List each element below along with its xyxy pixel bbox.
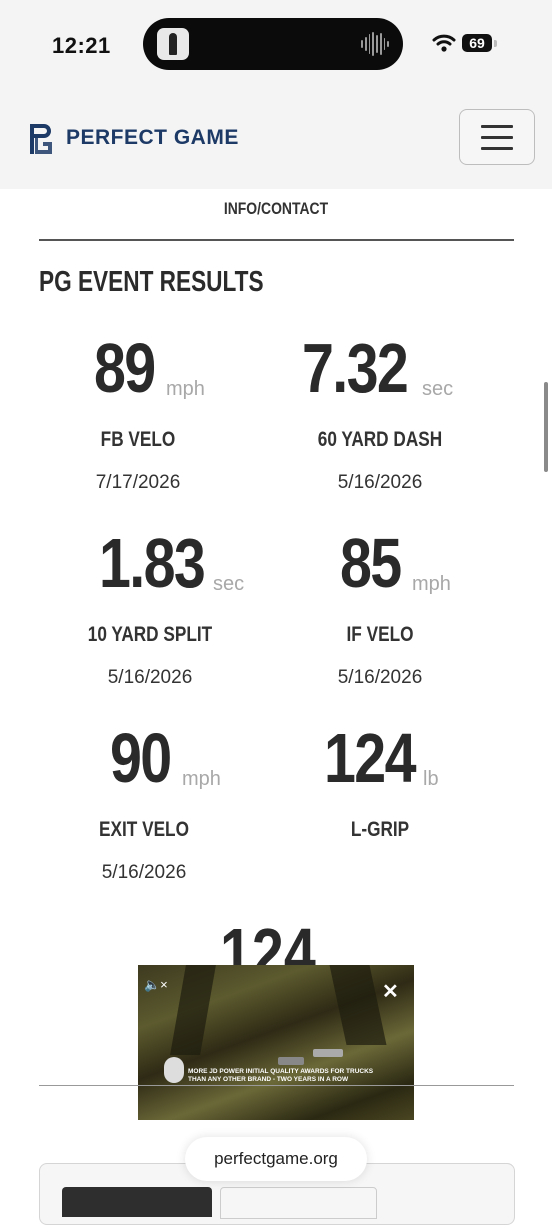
stat-unit: mph — [182, 768, 221, 790]
stat-l-grip: 124 lb L-GRIP — [242, 719, 518, 841]
battery-tip — [494, 40, 497, 47]
stat-fb-velo: 89 mph FB VELO 7/17/2026 — [0, 329, 276, 493]
status-bar: 12:21 69 — [0, 0, 552, 92]
stat-value: 7.32 — [302, 329, 409, 407]
wifi-icon — [432, 34, 456, 52]
ad-headline-line: THAN ANY OTHER BRAND - TWO YEARS IN A RO… — [188, 1076, 349, 1083]
panel-tab-active[interactable] — [62, 1187, 212, 1217]
stat-label: 10 YARD SPLIT — [87, 623, 213, 646]
stat-date: 5/16/2026 — [101, 862, 187, 883]
stat-unit: lb — [423, 768, 439, 790]
hamburger-menu-bar — [481, 136, 513, 139]
media-thumbnail-icon — [157, 28, 189, 60]
menu-button[interactable] — [459, 109, 535, 165]
speaker-muted-icon[interactable]: 🔈× — [144, 977, 168, 993]
dynamic-island[interactable] — [143, 18, 403, 70]
brand-name[interactable]: PERFECT GAME — [66, 126, 239, 150]
video-ad[interactable]: 🔈× ✕ MORE JD POWER INITIAL QUALITY AWARD… — [138, 965, 414, 1120]
stat-label: EXIT VELO — [99, 818, 189, 841]
hamburger-menu-icon — [481, 125, 513, 128]
stat-unit: sec — [213, 573, 245, 595]
award-badge-icon — [164, 1057, 184, 1083]
pg-logo-icon[interactable] — [26, 122, 54, 156]
audio-waveform-icon — [361, 32, 389, 56]
stat-date: 5/16/2026 — [337, 667, 423, 688]
hamburger-menu-bar — [481, 147, 513, 150]
stat-value: 1.83 — [99, 524, 206, 602]
scrollbar[interactable] — [544, 382, 548, 472]
divider — [39, 239, 514, 241]
stat-label: L-GRIP — [350, 818, 410, 841]
stat-exit-velo: 90 mph EXIT VELO 5/16/2026 — [6, 719, 282, 883]
stat-date: 5/16/2026 — [337, 472, 423, 493]
stat-label: IF VELO — [346, 623, 414, 646]
ad-headline-line: MORE JD POWER INITIAL QUALITY AWARDS FOR… — [188, 1068, 374, 1075]
battery-icon: 69 — [462, 34, 492, 52]
stat-unit: mph — [166, 378, 205, 400]
ad-truck — [313, 1049, 343, 1057]
ad-fine-print — [148, 1093, 404, 1107]
stat-value-partial: 124 — [220, 918, 316, 965]
site-header: PERFECT GAME — [0, 92, 552, 189]
close-icon[interactable]: ✕ — [382, 979, 399, 1004]
ad-scenery — [170, 965, 216, 1055]
info-contact-tab[interactable]: INFO/CONTACT — [50, 199, 503, 219]
section-title: PG EVENT RESULTS — [39, 266, 264, 298]
stat-date: 7/17/2026 — [95, 472, 181, 493]
stat-value: 90 — [110, 719, 172, 797]
stat-if-velo: 85 mph IF VELO 5/16/2026 — [242, 524, 518, 688]
ad-truck — [278, 1057, 304, 1065]
clock: 12:21 — [52, 33, 111, 58]
stat-label: 60 YARD DASH — [317, 428, 443, 451]
stat-value: 85 — [340, 524, 402, 602]
panel-tab[interactable] — [220, 1187, 377, 1219]
stat-60-yard-dash: 7.32 sec 60 YARD DASH 5/16/2026 — [242, 329, 518, 493]
address-bar[interactable]: perfectgame.org — [185, 1137, 367, 1181]
stat-value: 89 — [94, 329, 156, 407]
stat-unit: sec — [422, 378, 454, 400]
stat-unit: mph — [412, 573, 451, 595]
stat-value: 124 — [324, 719, 416, 797]
stat-label: FB VELO — [100, 428, 176, 451]
divider — [39, 1085, 514, 1086]
ad-headline: MORE JD POWER INITIAL QUALITY AWARDS FOR… — [188, 1068, 403, 1084]
ad-scenery — [329, 965, 387, 1045]
